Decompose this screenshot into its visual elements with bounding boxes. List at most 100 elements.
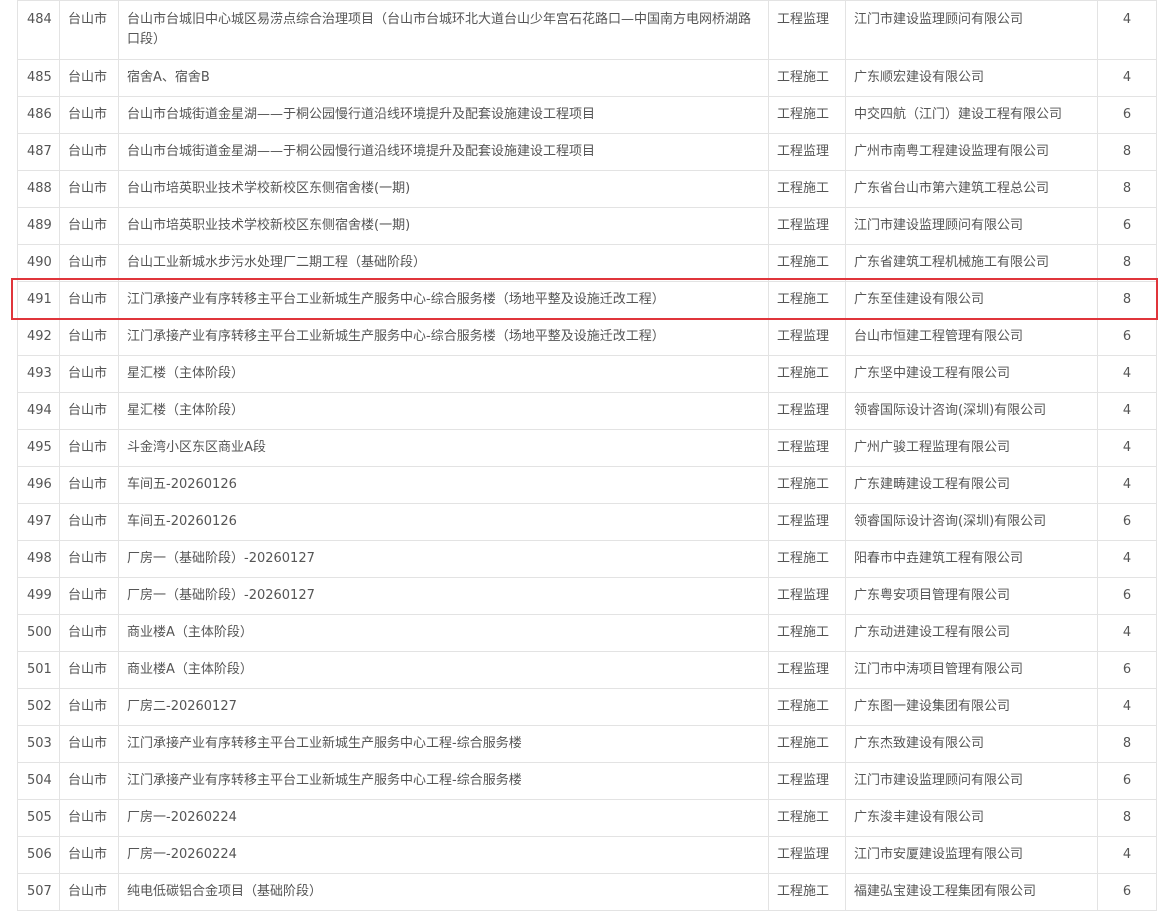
project-name-cell: 星汇楼（主体阶段） [118,355,769,393]
city-cell: 台山市 [59,540,119,578]
table-row: 484 台山市 台山市台城旧中心城区易涝点综合治理项目（台山市台城环北大道台山少年宫… [17,0,1157,60]
city-cell: 台山市 [59,0,119,60]
table-row: 491 台山市 江门承接产业有序转移主平台工业新城生产服务中心-综合服务楼（场地平整… [17,281,1157,319]
company-name-cell: 广东坚中建设工程有限公司 [845,355,1098,393]
city-cell: 台山市 [59,244,119,282]
company-name-cell: 阳春市中垚建筑工程有限公司 [845,540,1098,578]
work-type-cell: 工程施工 [768,799,846,837]
row-number: 486 [17,96,60,134]
score-cell: 4 [1097,0,1157,60]
city-cell: 台山市 [59,466,119,504]
row-number: 490 [17,244,60,282]
city-cell: 台山市 [59,281,119,319]
project-name-cell: 星汇楼（主体阶段） [118,392,769,430]
row-number: 492 [17,318,60,356]
project-name-cell: 江门承接产业有序转移主平台工业新城生产服务中心-综合服务楼（场地平整及设施迁改工… [118,281,769,319]
work-type-cell: 工程监理 [768,836,846,874]
row-number: 485 [17,59,60,97]
project-name-cell: 车间五-20260126 [118,466,769,504]
work-type-cell: 工程施工 [768,688,846,726]
company-name-cell: 福建弘宝建设工程集团有限公司 [845,873,1098,911]
city-cell: 台山市 [59,207,119,245]
company-name-cell: 广东建畴建设工程有限公司 [845,466,1098,504]
company-name-cell: 江门市建设监理顾问有限公司 [845,207,1098,245]
company-name-cell: 广东动进建设工程有限公司 [845,614,1098,652]
table-row: 500 台山市 商业楼A（主体阶段） 工程施工 广东动进建设工程有限公司 4 [17,614,1157,652]
table-row: 498 台山市 厂房一（基础阶段）-20260127 工程施工 阳春市中垚建筑工程有限公… [17,540,1157,578]
company-name-cell: 领睿国际设计咨询(深圳)有限公司 [845,503,1098,541]
work-type-cell: 工程施工 [768,614,846,652]
row-number: 499 [17,577,60,615]
work-type-cell: 工程施工 [768,466,846,504]
work-type-cell: 工程监理 [768,762,846,800]
score-cell: 6 [1097,762,1157,800]
company-name-cell: 江门市中涛项目管理有限公司 [845,651,1098,689]
results-table-body: 484 台山市 台山市台城旧中心城区易涝点综合治理项目（台山市台城环北大道台山少年宫… [17,0,1157,911]
row-number: 496 [17,466,60,504]
work-type-cell: 工程监理 [768,318,846,356]
work-type-cell: 工程监理 [768,133,846,171]
row-number: 493 [17,355,60,393]
project-name-cell: 厂房二-20260127 [118,688,769,726]
row-number: 505 [17,799,60,837]
table-row: 489 台山市 台山市培英职业技术学校新校区东侧宿舍楼(一期) 工程监理 江门市建设监理… [17,207,1157,245]
table-row: 499 台山市 厂房一（基础阶段）-20260127 工程监理 广东粤安项目管理有限公司… [17,577,1157,615]
table-row: 501 台山市 商业楼A（主体阶段） 工程监理 江门市中涛项目管理有限公司 6 [17,651,1157,689]
city-cell: 台山市 [59,318,119,356]
company-name-cell: 广州广骏工程监理有限公司 [845,429,1098,467]
city-cell: 台山市 [59,429,119,467]
results-table: 484 台山市 台山市台城旧中心城区易涝点综合治理项目（台山市台城环北大道台山少年宫… [17,0,1157,911]
project-name-cell: 宿舍A、宿舍B [118,59,769,97]
row-number: 488 [17,170,60,208]
company-name-cell: 广州市南粤工程建设监理有限公司 [845,133,1098,171]
score-cell: 6 [1097,318,1157,356]
work-type-cell: 工程监理 [768,503,846,541]
row-number: 500 [17,614,60,652]
company-name-cell: 中交四航（江门）建设工程有限公司 [845,96,1098,134]
work-type-cell: 工程施工 [768,96,846,134]
company-name-cell: 江门市建设监理顾问有限公司 [845,762,1098,800]
score-cell: 6 [1097,207,1157,245]
work-type-cell: 工程监理 [768,207,846,245]
project-name-cell: 斗金湾小区东区商业A段 [118,429,769,467]
project-name-cell: 厂房一-20260224 [118,836,769,874]
score-cell: 6 [1097,96,1157,134]
row-number: 507 [17,873,60,911]
score-cell: 4 [1097,614,1157,652]
table-row: 488 台山市 台山市培英职业技术学校新校区东侧宿舍楼(一期) 工程施工 广东省台山市第… [17,170,1157,208]
project-name-cell: 台山市培英职业技术学校新校区东侧宿舍楼(一期) [118,170,769,208]
work-type-cell: 工程施工 [768,281,846,319]
company-name-cell: 广东至佳建设有限公司 [845,281,1098,319]
table-row: 507 台山市 纯电低碳铝合金项目（基础阶段） 工程施工 福建弘宝建设工程集团有限公司 6 [17,873,1157,911]
company-name-cell: 广东粤安项目管理有限公司 [845,577,1098,615]
work-type-cell: 工程施工 [768,59,846,97]
row-number: 498 [17,540,60,578]
project-name-cell: 车间五-20260126 [118,503,769,541]
table-row: 505 台山市 厂房一-20260224 工程施工 广东浚丰建设有限公司 8 [17,799,1157,837]
city-cell: 台山市 [59,762,119,800]
project-name-cell: 台山市台城旧中心城区易涝点综合治理项目（台山市台城环北大道台山少年宫石花路口—中… [118,0,769,60]
score-cell: 4 [1097,392,1157,430]
work-type-cell: 工程施工 [768,170,846,208]
score-cell: 4 [1097,466,1157,504]
city-cell: 台山市 [59,170,119,208]
company-name-cell: 江门市安厦建设监理有限公司 [845,836,1098,874]
row-number: 497 [17,503,60,541]
city-cell: 台山市 [59,577,119,615]
table-row: 506 台山市 厂房一-20260224 工程监理 江门市安厦建设监理有限公司 4 [17,836,1157,874]
project-name-cell: 江门承接产业有序转移主平台工业新城生产服务中心工程-综合服务楼 [118,725,769,763]
table-row: 504 台山市 江门承接产业有序转移主平台工业新城生产服务中心工程-综合服务楼 工程监… [17,762,1157,800]
city-cell: 台山市 [59,59,119,97]
company-name-cell: 江门市建设监理顾问有限公司 [845,0,1098,60]
table-row: 495 台山市 斗金湾小区东区商业A段 工程监理 广州广骏工程监理有限公司 4 [17,429,1157,467]
table-row: 490 台山市 台山工业新城水步污水处理厂二期工程（基础阶段） 工程施工 广东省建筑工程… [17,244,1157,282]
city-cell: 台山市 [59,836,119,874]
score-cell: 8 [1097,133,1157,171]
work-type-cell: 工程施工 [768,725,846,763]
project-name-cell: 商业楼A（主体阶段） [118,614,769,652]
score-cell: 8 [1097,281,1157,319]
row-number: 495 [17,429,60,467]
city-cell: 台山市 [59,392,119,430]
table-row: 494 台山市 星汇楼（主体阶段） 工程监理 领睿国际设计咨询(深圳)有限公司 4 [17,392,1157,430]
company-name-cell: 台山市恒建工程管理有限公司 [845,318,1098,356]
